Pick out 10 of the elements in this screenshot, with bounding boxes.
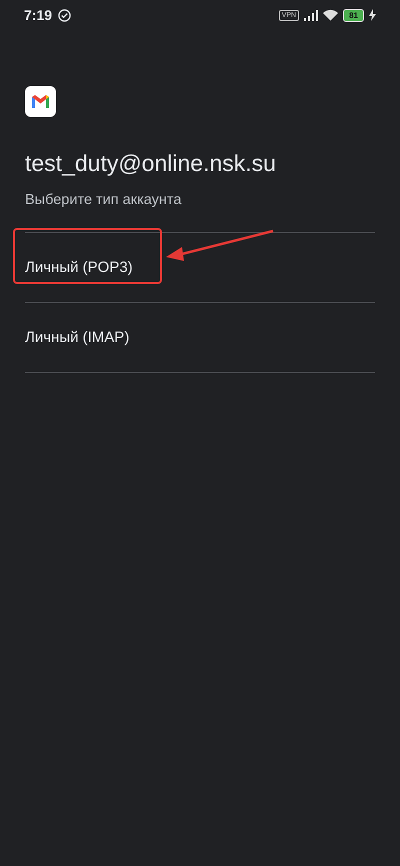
status-time: 7:19 (24, 7, 52, 23)
charging-icon (369, 9, 376, 21)
account-email: test_duty@online.nsk.su (25, 150, 277, 177)
mail-logo-icon (25, 86, 56, 117)
wifi-icon (323, 9, 338, 21)
account-type-prompt: Выберите тип аккаунта (25, 192, 182, 208)
check-circle-icon (58, 8, 72, 22)
account-type-option[interactable]: Личный (IMAP) (25, 303, 375, 373)
battery-level: 81 (343, 8, 364, 22)
signal-icon (304, 10, 318, 20)
